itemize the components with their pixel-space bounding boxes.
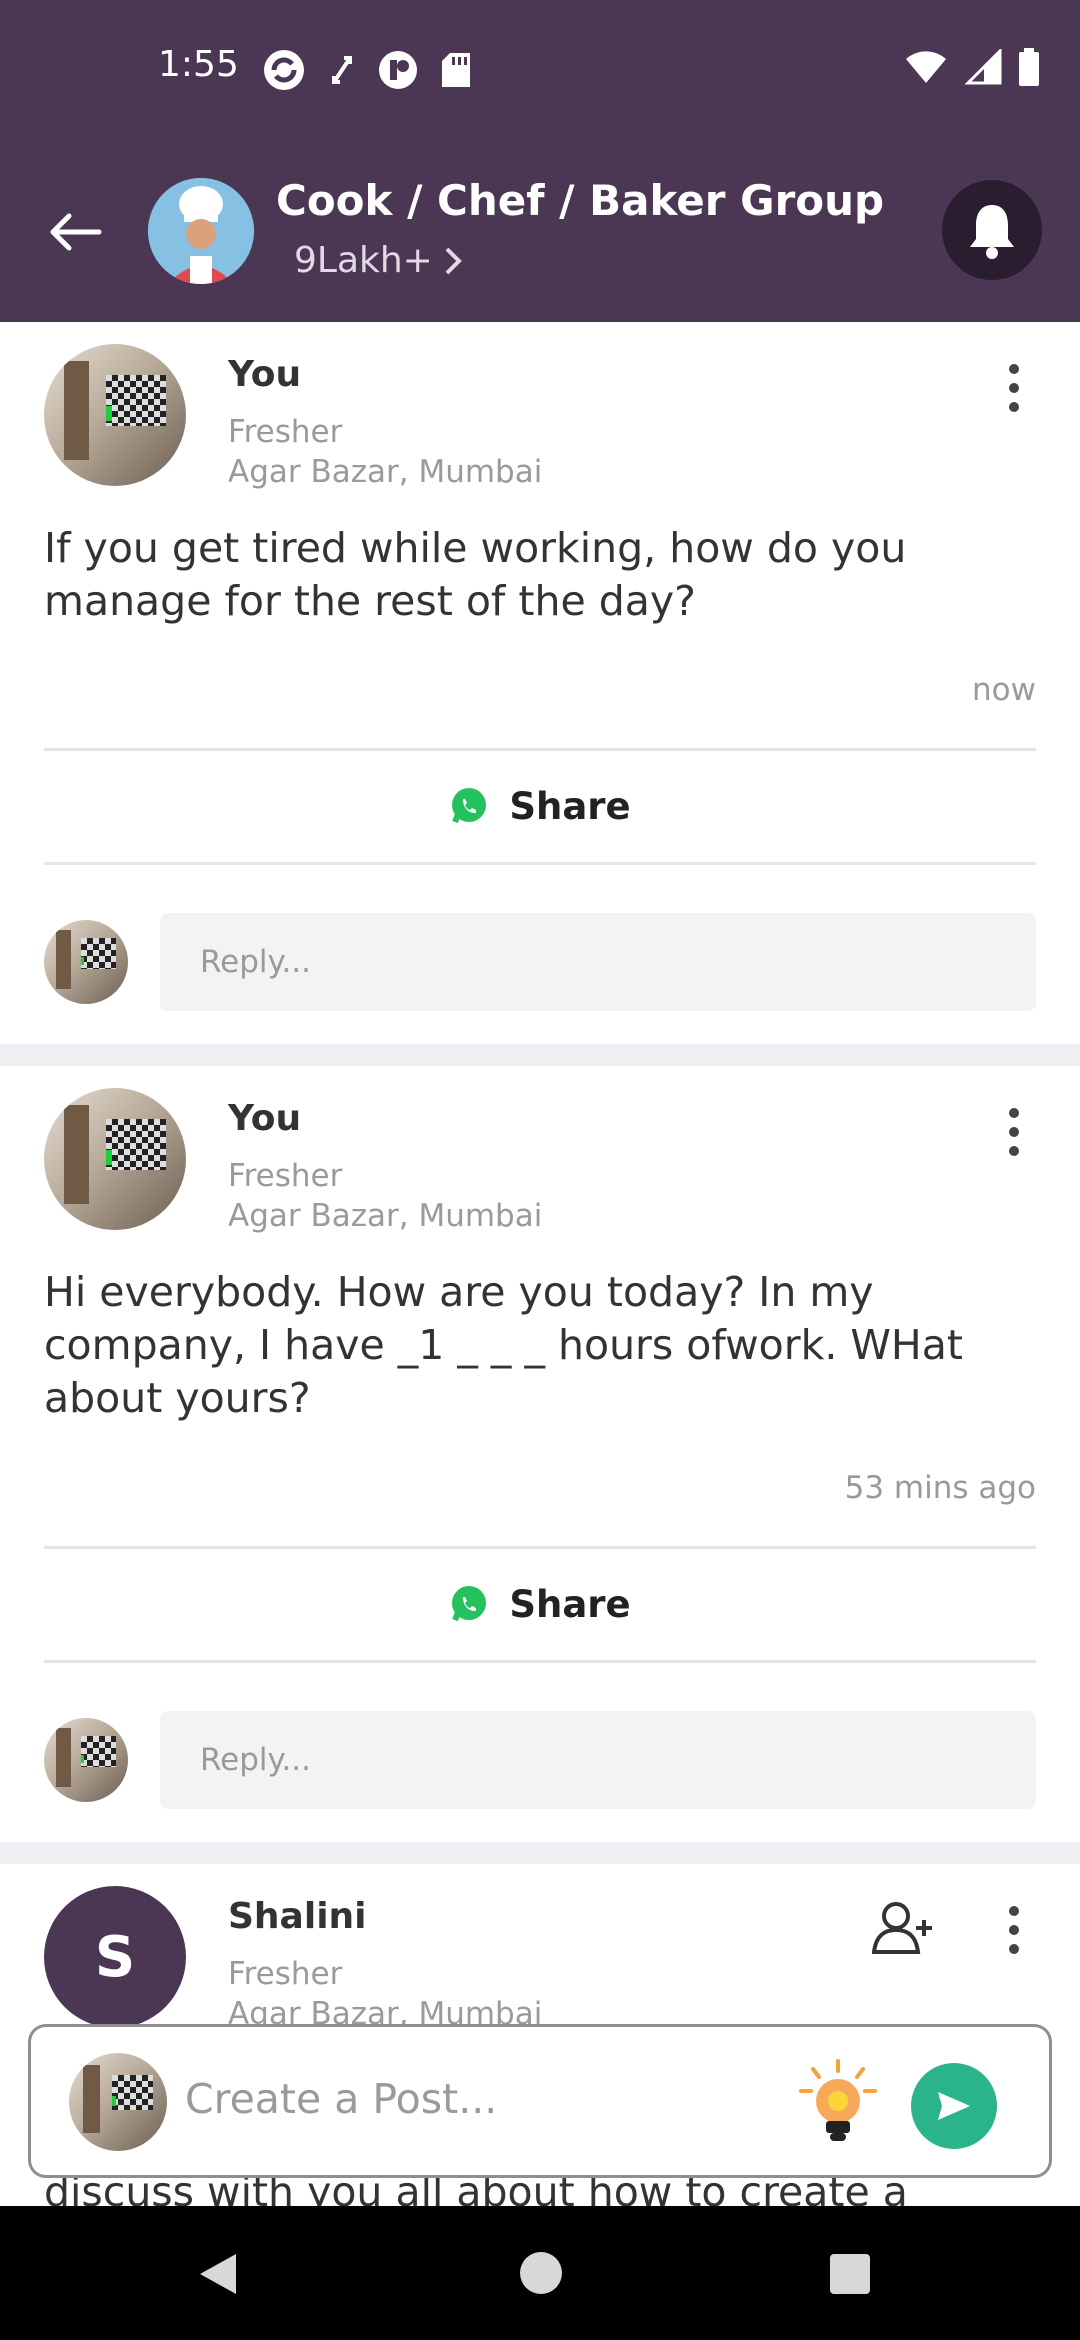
nav-recents-button[interactable] <box>830 2254 870 2294</box>
bell-icon <box>970 205 1014 259</box>
post-menu-button[interactable] <box>998 1102 1030 1162</box>
create-post-input[interactable]: Create a Post... <box>185 2075 497 2123</box>
author-avatar[interactable] <box>44 344 186 486</box>
sd-card-icon <box>442 53 470 87</box>
author-avatar[interactable]: S <box>44 1886 186 2028</box>
members-count: 9Lakh+ <box>294 240 433 281</box>
battery-icon <box>1019 48 1039 86</box>
share-button[interactable]: Share <box>44 1549 1036 1659</box>
chef-avatar-image <box>148 178 254 284</box>
author-level: Fresher <box>228 1158 343 1194</box>
post-text: If you get tired while working, how do y… <box>44 524 907 625</box>
sync-icon <box>264 50 304 90</box>
author-level: Fresher <box>228 1956 343 1992</box>
post-menu-button[interactable] <box>998 1900 1030 1960</box>
create-post-bar[interactable]: Create a Post... <box>28 2024 1052 2178</box>
author-location: Agar Bazar, Mumbai <box>228 1198 543 1234</box>
whatsapp-icon <box>452 788 487 824</box>
system-navigation-bar <box>0 2206 1080 2340</box>
post-text: Hi everybody. How are you today? In my c… <box>44 1268 963 1422</box>
profile-photo <box>44 1088 186 1230</box>
author-name[interactable]: You <box>228 1098 301 1139</box>
lightbulb-icon[interactable] <box>793 2057 883 2151</box>
app-header: 1:55 Cook / Chef / Baker Group 9Lakh+ <box>0 0 1080 322</box>
post-timestamp: 53 mins ago <box>844 1470 1036 1506</box>
notification-button[interactable] <box>942 180 1042 280</box>
author-location: Agar Bazar, Mumbai <box>228 454 543 490</box>
nav-home-button[interactable] <box>520 2252 562 2294</box>
group-members-link[interactable]: 9Lakh+ <box>294 240 463 281</box>
arrow-left-icon <box>50 213 102 251</box>
my-avatar <box>69 2053 167 2151</box>
share-label: Share <box>509 1582 631 1626</box>
send-icon <box>938 2092 970 2120</box>
author-name[interactable]: Shalini <box>228 1896 367 1937</box>
my-avatar <box>44 920 128 1004</box>
author-name[interactable]: You <box>228 354 301 395</box>
post-separator <box>0 1044 1080 1066</box>
author-avatar[interactable] <box>44 1088 186 1230</box>
author-level: Fresher <box>228 414 343 450</box>
nav-back-button[interactable] <box>196 2250 240 2298</box>
divider <box>44 862 1036 865</box>
add-user-icon <box>871 1902 932 1954</box>
profile-photo <box>44 344 186 486</box>
post-card: You Fresher Agar Bazar, Mumbai If you ge… <box>0 322 1080 1044</box>
app-notification-icon <box>379 51 417 89</box>
notification-icons <box>262 48 472 92</box>
divider <box>44 1660 1036 1663</box>
group-title[interactable]: Cook / Chef / Baker Group <box>276 176 884 225</box>
chevron-right-icon <box>445 247 462 274</box>
status-time: 1:55 <box>158 44 239 85</box>
expand-icon <box>332 56 352 84</box>
send-button[interactable] <box>911 2063 997 2149</box>
share-label: Share <box>509 784 631 828</box>
wifi-icon <box>906 51 946 83</box>
post-separator <box>0 1842 1080 1864</box>
back-button[interactable] <box>40 196 112 268</box>
post-menu-button[interactable] <box>998 358 1030 418</box>
share-button[interactable]: Share <box>44 751 1036 861</box>
signal-icon <box>964 49 1002 85</box>
post-timestamp: now <box>972 672 1036 708</box>
reply-input[interactable]: Reply... <box>160 1711 1036 1809</box>
reply-input[interactable]: Reply... <box>160 913 1036 1011</box>
follow-button[interactable] <box>871 1900 936 1956</box>
my-avatar <box>44 1718 128 1802</box>
whatsapp-icon <box>452 1586 487 1622</box>
group-avatar[interactable] <box>148 178 254 284</box>
system-icons <box>904 48 1040 86</box>
post-card: You Fresher Agar Bazar, Mumbai Hi everyb… <box>0 1066 1080 1842</box>
